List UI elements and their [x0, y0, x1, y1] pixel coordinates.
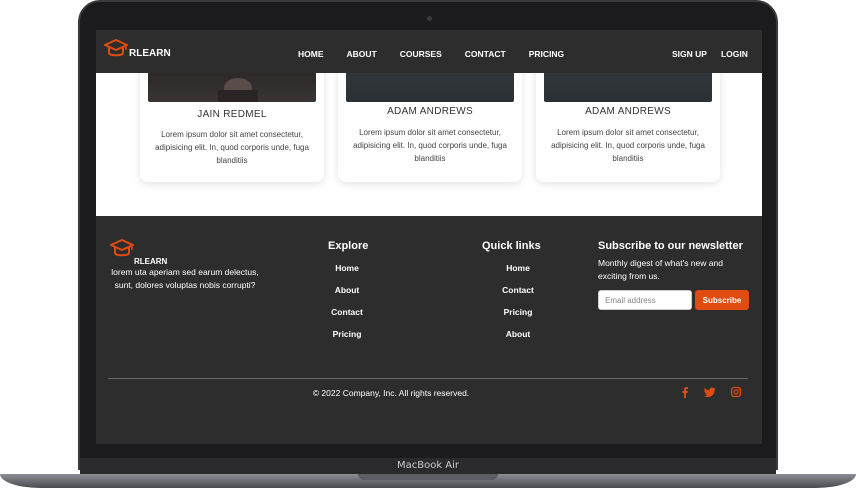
site-footer: RLEARN lorem uta aperiam sed earum delec…	[96, 216, 762, 444]
footer-quick-contact[interactable]: Contact	[488, 285, 548, 295]
email-input[interactable]	[598, 290, 692, 310]
laptop-notch	[358, 474, 498, 480]
nav-pricing[interactable]: PRICING	[529, 49, 564, 59]
brand-logo[interactable]: RLEARN	[104, 38, 171, 60]
newsletter-title: Subscribe to our newsletter	[598, 240, 743, 252]
nav-contact[interactable]: CONTACT	[465, 49, 506, 59]
nav-about[interactable]: ABOUT	[347, 49, 377, 59]
sign-up-link[interactable]: SIGN UP	[672, 49, 707, 59]
team-member-bio: Lorem ipsum dolor sit amet consectetur, …	[155, 130, 309, 165]
screen-bezel	[80, 444, 776, 458]
top-navbar: RLEARN HOME ABOUT COURSES CONTACT PRICIN…	[96, 30, 762, 73]
footer-brand-name: RLEARN	[134, 257, 168, 266]
login-link[interactable]: LOGIN	[721, 49, 748, 59]
graduation-cap-icon	[104, 39, 128, 57]
footer-divider	[108, 378, 748, 379]
subscribe-button[interactable]: Subscribe	[695, 290, 749, 310]
footer-explore-contact[interactable]: Contact	[317, 307, 377, 317]
nav-links: HOME ABOUT COURSES CONTACT PRICING	[298, 49, 564, 59]
auth-links: SIGN UP LOGIN	[672, 49, 762, 59]
footer-description: lorem uta aperiam sed earum delectus, su…	[111, 267, 259, 290]
graduation-cap-icon	[110, 239, 134, 257]
twitter-icon[interactable]	[704, 386, 716, 398]
team-member-name: JAIN REDMEL	[197, 109, 267, 120]
explore-title: Explore	[328, 240, 369, 252]
quick-links-title: Quick links	[482, 240, 541, 252]
footer-quick-pricing[interactable]: Pricing	[488, 307, 548, 317]
instagram-icon[interactable]	[730, 386, 742, 398]
copyright-text: © 2022 Company, Inc. All rights reserved…	[312, 388, 470, 398]
newsletter-description: Monthly digest of what's new and excitin…	[598, 258, 723, 281]
team-member-bio: Lorem ipsum dolor sit amet consectetur, …	[551, 128, 705, 163]
brand-name: RLEARN	[129, 48, 171, 59]
footer-quick-about[interactable]: About	[488, 329, 548, 339]
website-viewport: JAIN REDMEL Lorem ipsum dolor sit amet c…	[96, 30, 762, 444]
footer-brand[interactable]: RLEARN	[110, 238, 167, 266]
team-member-name: ADAM ANDREWS	[387, 106, 473, 117]
device-model-label: MacBook Air	[80, 458, 776, 474]
camera-icon	[427, 16, 432, 21]
nav-home[interactable]: HOME	[298, 49, 324, 59]
team-member-bio: Lorem ipsum dolor sit amet consectetur, …	[353, 128, 507, 163]
facebook-icon[interactable]	[679, 386, 691, 398]
footer-explore-pricing[interactable]: Pricing	[317, 329, 377, 339]
footer-explore-about[interactable]: About	[317, 285, 377, 295]
team-member-name: ADAM ANDREWS	[585, 106, 671, 117]
nav-courses[interactable]: COURSES	[400, 49, 442, 59]
footer-quick-home[interactable]: Home	[488, 263, 548, 273]
footer-explore-home[interactable]: Home	[317, 263, 377, 273]
